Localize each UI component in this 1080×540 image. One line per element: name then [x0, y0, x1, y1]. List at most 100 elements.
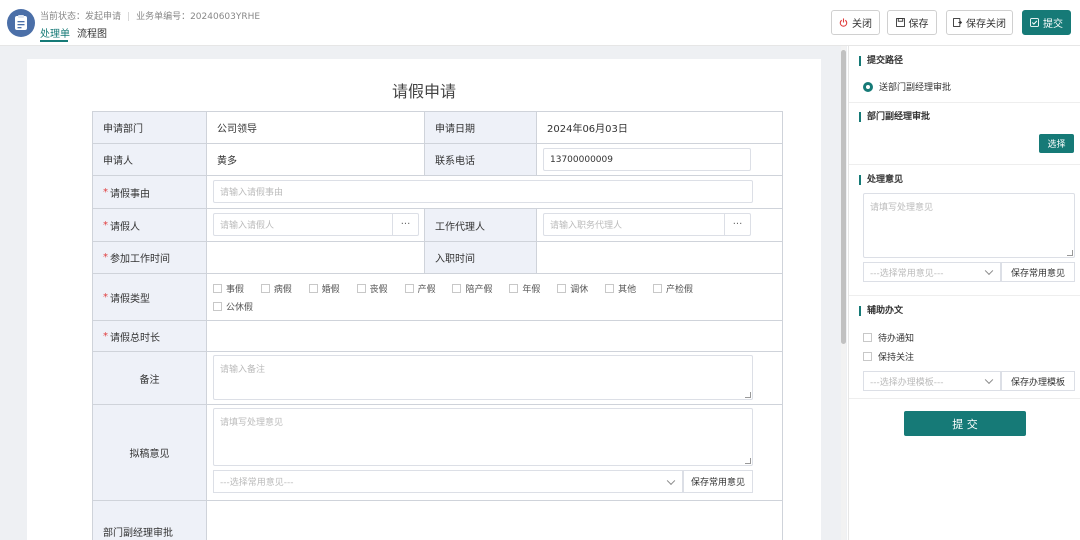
main-scrollbar[interactable]: [841, 46, 846, 540]
form-row-leave-type: * 请假类型 事假 病假 婚假 丧假 产假 陪产假 年假 调休 其他 产检假 公休…: [93, 274, 783, 321]
leave-person-input[interactable]: 请输入请假人 ···: [213, 213, 419, 236]
divider: [849, 295, 1080, 296]
checkbox-icon: [863, 352, 872, 361]
phone-input[interactable]: 13700000009: [543, 148, 751, 171]
checkbox-icon: [452, 284, 462, 293]
todo-notify-checkbox[interactable]: 待办通知: [863, 331, 914, 344]
resize-grip-icon[interactable]: [745, 392, 751, 398]
divider: [849, 164, 1080, 165]
checkbox-icon: [356, 284, 366, 293]
leave-type-option[interactable]: 调休: [557, 282, 588, 295]
checkbox-icon: [509, 284, 519, 293]
save-close-button[interactable]: 保存关闭: [946, 10, 1013, 35]
draft-opinion-textarea[interactable]: 请填写处理意见: [213, 408, 753, 466]
applicant-label: 申请人: [93, 144, 207, 175]
total-duration-value: [207, 321, 783, 351]
tab-flowchart[interactable]: 流程图: [77, 25, 107, 40]
form-paper: 请假申请 申请部门 公司领导 申请日期 2024年06月03日 申请人 黄多 联…: [27, 59, 821, 540]
save-icon: [895, 18, 905, 27]
document-app-icon: [7, 9, 35, 37]
choose-approver-button[interactable]: 选择: [1039, 134, 1074, 153]
route-section-title: 提交路径: [859, 56, 903, 66]
checkbox-icon: [863, 333, 872, 342]
leave-type-option[interactable]: 产假: [404, 282, 436, 295]
leave-application-form: 申请部门 公司领导 申请日期 2024年06月03日 申请人 黄多 联系电话 1…: [92, 111, 783, 540]
applicant-value: 黄多: [207, 144, 425, 175]
form-row-remark: 备注 请输入备注: [93, 352, 783, 405]
form-row-total: * 请假总时长: [93, 321, 783, 352]
agent-input[interactable]: 请输入职务代理人 ···: [543, 213, 751, 236]
current-status: 当前状态：发起申请: [40, 12, 122, 22]
join-date-value[interactable]: [537, 242, 783, 273]
leave-type-option[interactable]: 丧假: [356, 282, 388, 295]
leave-type-option[interactable]: 婚假: [308, 282, 340, 295]
doc-number: 业务单编号：20240603YRHE: [136, 12, 261, 22]
leave-type-option[interactable]: 其他: [605, 282, 636, 295]
divider: [849, 398, 1080, 399]
aux-section-title: 辅助办文: [859, 306, 903, 316]
work-start-value[interactable]: [207, 242, 425, 273]
main-area: 请假申请 申请部门 公司领导 申请日期 2024年06月03日 申请人 黄多 联…: [0, 46, 847, 540]
work-start-label: * 参加工作时间: [93, 242, 207, 273]
edit-check-icon: [1030, 18, 1039, 27]
leave-type-option[interactable]: 事假: [213, 282, 244, 295]
opinion-save-common-button[interactable]: 保存常用意见: [1001, 262, 1075, 282]
resize-grip-icon[interactable]: [1067, 250, 1073, 256]
checkbox-icon: [653, 284, 663, 293]
checkbox-icon: [605, 284, 615, 293]
leave-type-option[interactable]: 病假: [260, 282, 292, 295]
reason-input[interactable]: 请输入请假事由: [213, 180, 753, 203]
close-button[interactable]: 关闭: [831, 10, 880, 35]
resize-grip-icon[interactable]: [745, 458, 751, 464]
leave-type-option[interactable]: 公休假: [213, 300, 253, 313]
remark-textarea[interactable]: 请输入备注: [213, 355, 753, 400]
phone-label: 联系电话: [425, 144, 537, 175]
leave-type-option[interactable]: 产检假: [653, 282, 693, 295]
save-exit-icon: [953, 18, 962, 27]
power-icon: [839, 18, 848, 27]
draft-opinion-label: 拟稿意见: [93, 405, 207, 500]
draft-common-opinion-select[interactable]: ---选择常用意见---: [213, 470, 683, 493]
opinion-section-title: 处理意见: [859, 175, 903, 185]
radio-selected-icon: [863, 81, 873, 92]
leave-type-option[interactable]: 年假: [509, 282, 540, 295]
tab-process-form[interactable]: 处理单: [40, 25, 70, 40]
save-button[interactable]: 保存: [887, 10, 937, 35]
draft-save-common-button[interactable]: 保存常用意见: [683, 470, 753, 493]
checkbox-icon: [557, 284, 567, 293]
join-date-label: 入职时间: [425, 242, 537, 273]
dept-approval-label: 部门副经理审批: [93, 501, 207, 540]
leave-type-checkboxes: 事假 病假 婚假 丧假 产假 陪产假 年假 调休 其他 产检假 公休假: [213, 282, 753, 318]
keep-follow-checkbox[interactable]: 保持关注: [863, 350, 914, 363]
date-value: 2024年06月03日: [537, 112, 783, 143]
leave-type-option[interactable]: 陪产假: [452, 282, 492, 295]
total-duration-label: * 请假总时长: [93, 321, 207, 351]
remark-label: 备注: [93, 352, 207, 404]
divider: [849, 102, 1080, 103]
submit-button[interactable]: 提交: [1022, 10, 1071, 35]
form-row-applicant: 申请人 黄多 联系电话 13700000009: [93, 144, 783, 176]
template-select[interactable]: ---选择办理模板---: [863, 371, 1001, 391]
form-row-dept-approval: 部门副经理审批: [93, 501, 783, 540]
approver-section-title: 部门副经理审批: [859, 112, 930, 122]
checkbox-icon: [308, 284, 318, 293]
form-title: 请假申请: [391, 82, 456, 101]
opinion-textarea[interactable]: 请填写处理意见: [863, 193, 1075, 258]
dept-value: 公司领导: [207, 112, 425, 143]
dept-approval-value: [207, 501, 783, 540]
leave-person-label: * 请假人: [93, 209, 207, 241]
checkbox-icon: [260, 284, 270, 293]
opinion-common-select[interactable]: ---选择常用意见---: [863, 262, 1001, 282]
form-row-work-start: * 参加工作时间 入职时间: [93, 242, 783, 274]
panel-submit-button[interactable]: 提 交: [904, 411, 1026, 436]
checkbox-icon: [213, 284, 222, 293]
status-line: 当前状态：发起申请 | 业务单编号：20240603YRHE: [40, 12, 261, 22]
scrollbar-thumb[interactable]: [841, 50, 846, 344]
save-template-button[interactable]: 保存办理模板: [1001, 371, 1075, 391]
route-option-radio[interactable]: 送部门副经理审批: [863, 80, 951, 93]
agent-picker-button[interactable]: ···: [724, 214, 750, 235]
form-row-leave-person: * 请假人 请输入请假人 ··· 工作代理人 请输入职务代理人 ···: [93, 209, 783, 242]
chevron-down-icon: [666, 476, 676, 485]
leave-person-picker-button[interactable]: ···: [392, 214, 418, 235]
chevron-down-icon: [984, 266, 994, 276]
